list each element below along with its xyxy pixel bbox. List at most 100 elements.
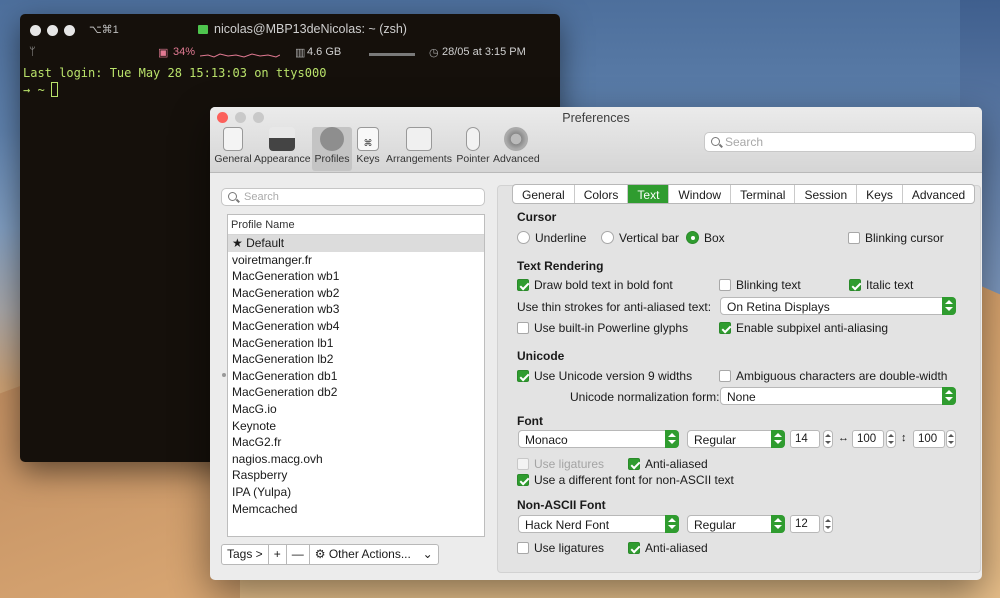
window-title: Preferences <box>562 111 630 125</box>
powerline-checkbox[interactable]: Use built-in Powerline glyphs <box>517 321 688 335</box>
preferences-toolbar: Preferences General Appearance Profiles … <box>210 107 982 173</box>
non-ascii-family-select[interactable]: Hack Nerd Font <box>518 515 679 533</box>
toolbar-arrangements[interactable]: Arrangements <box>386 127 452 171</box>
different-font-checkbox[interactable]: Use a different font for non-ASCII text <box>517 473 734 487</box>
checkbox <box>517 279 529 291</box>
list-item[interactable]: MacG.io <box>228 401 484 418</box>
profile-search-input[interactable]: Search <box>221 188 485 206</box>
terminal-title: nicolas@MBP13deNicolas: ~ (zsh) <box>198 22 407 36</box>
login-line: Last login: Tue May 28 15:13:03 on ttys0… <box>23 66 327 80</box>
tab-text[interactable]: Text <box>628 185 670 203</box>
prompt-line[interactable]: → ~ <box>23 82 58 97</box>
preferences-search-input[interactable]: Search <box>704 132 976 152</box>
font-family-value: Monaco <box>525 433 568 447</box>
column-header[interactable]: Profile Name <box>228 215 484 235</box>
list-item[interactable]: MacGeneration wb1 <box>228 268 484 285</box>
font-family-select[interactable]: Monaco <box>518 430 679 448</box>
blinking-text-checkbox[interactable]: Blinking text <box>719 278 801 292</box>
list-item[interactable]: Memcached <box>228 501 484 518</box>
add-profile-button[interactable]: + <box>269 545 287 564</box>
tab-terminal[interactable]: Terminal <box>731 185 796 203</box>
toolbar-label: Profiles <box>314 153 350 165</box>
list-item[interactable]: MacGeneration lb1 <box>228 335 484 352</box>
non-ascii-ligatures-checkbox[interactable]: Use ligatures <box>517 541 604 555</box>
tab-window[interactable]: Window <box>669 185 732 203</box>
font-style-select[interactable]: Regular <box>687 430 785 448</box>
text-rendering-heading: Text Rendering <box>517 259 604 273</box>
normalization-select[interactable]: None <box>720 387 956 405</box>
toolbar-label: General <box>214 153 252 165</box>
list-item[interactable]: MacG2.fr <box>228 434 484 451</box>
box-radio[interactable]: Box <box>686 231 725 245</box>
remove-profile-button[interactable]: — <box>287 545 310 564</box>
memory-usage: 4.6 GB <box>307 46 342 58</box>
terminal-titlebar[interactable]: ⌥⌘1 nicolas@MBP13deNicolas: ~ (zsh) <box>20 14 560 46</box>
list-item[interactable]: MacGeneration wb2 <box>228 285 484 302</box>
checkbox <box>719 279 731 291</box>
blinking-text-label: Blinking text <box>736 278 801 292</box>
vertical-spacing-field[interactable]: 100 <box>913 430 945 448</box>
list-item[interactable]: MacGeneration db2 <box>228 384 484 401</box>
list-item[interactable]: Raspberry <box>228 467 484 484</box>
profile-list[interactable]: Profile Name ★ Default voiretmanger.fr M… <box>227 214 485 537</box>
search-placeholder: Search <box>725 135 764 149</box>
tags-button[interactable]: Tags > <box>222 545 269 564</box>
vertical-bar-radio[interactable]: Vertical bar <box>601 231 679 245</box>
checkbox <box>517 542 529 554</box>
tab-keys[interactable]: Keys <box>857 185 903 203</box>
non-ascii-style-select[interactable]: Regular <box>687 515 785 533</box>
list-item[interactable]: MacGeneration lb2 <box>228 351 484 368</box>
non-ascii-size-stepper[interactable] <box>823 515 833 533</box>
list-item[interactable]: MacGeneration wb3 <box>228 301 484 318</box>
horizontal-spacing-field[interactable]: 100 <box>852 430 884 448</box>
font-size-field[interactable]: 14 <box>790 430 820 448</box>
toolbar-appearance[interactable]: Appearance <box>254 127 311 171</box>
ambiguous-width-checkbox[interactable]: Ambiguous characters are double-width <box>719 369 947 383</box>
thin-strokes-select[interactable]: On Retina Displays <box>720 297 956 315</box>
terminal-icon <box>198 25 208 34</box>
anti-aliased-checkbox[interactable]: Anti-aliased <box>628 457 708 471</box>
close-button[interactable] <box>30 25 41 36</box>
list-item[interactable]: MacGeneration db1 <box>228 368 484 385</box>
datetime: 28/05 at 3:15 PM <box>442 46 526 58</box>
tab-advanced[interactable]: Advanced <box>903 185 974 203</box>
toolbar-advanced[interactable]: Advanced <box>493 127 540 171</box>
toolbar-profiles[interactable]: Profiles <box>312 127 352 171</box>
zoom-button[interactable] <box>64 25 75 36</box>
list-item[interactable]: nagios.macg.ovh <box>228 451 484 468</box>
window-icon <box>269 127 295 151</box>
non-ascii-anti-aliased-checkbox[interactable]: Anti-aliased <box>628 541 708 555</box>
tab-general[interactable]: General <box>513 185 575 203</box>
list-item[interactable]: IPA (Yulpa) <box>228 484 484 501</box>
toolbar-pointer[interactable]: Pointer <box>455 127 491 171</box>
preferences-window[interactable]: Preferences General Appearance Profiles … <box>210 107 982 580</box>
unicode-v9-label: Use Unicode version 9 widths <box>534 369 693 383</box>
chevron-updown-icon <box>771 430 785 448</box>
checkbox <box>517 370 529 382</box>
blinking-cursor-checkbox[interactable]: Blinking cursor <box>848 231 944 245</box>
list-item[interactable]: voiretmanger.fr <box>228 252 484 269</box>
other-actions-menu[interactable]: ⚙ Other Actions... ⌄ <box>310 545 438 564</box>
font-size-stepper[interactable] <box>823 430 833 448</box>
vertical-spacing-stepper[interactable] <box>946 430 956 448</box>
text-cursor <box>50 82 58 97</box>
underline-radio[interactable]: Underline <box>517 231 586 245</box>
subpixel-checkbox[interactable]: Enable subpixel anti-aliasing <box>719 321 888 335</box>
list-item[interactable]: Keynote <box>228 418 484 435</box>
tab-colors[interactable]: Colors <box>575 185 629 203</box>
toolbar-keys[interactable]: ⌘ Keys <box>354 127 382 171</box>
bold-font-checkbox[interactable]: Draw bold text in bold font <box>517 278 673 292</box>
other-actions-label: Other Actions... <box>328 547 411 561</box>
tab-session[interactable]: Session <box>795 185 858 203</box>
list-item[interactable]: ★ Default <box>228 235 484 252</box>
non-ascii-size-field[interactable]: 12 <box>790 515 820 533</box>
normalization-label: Unicode normalization form: <box>570 390 720 404</box>
toolbar-general[interactable]: General <box>214 127 252 171</box>
horizontal-spacing-stepper[interactable] <box>886 430 896 448</box>
unicode-v9-checkbox[interactable]: Use Unicode version 9 widths <box>517 369 692 383</box>
minimize-button[interactable] <box>47 25 58 36</box>
list-item[interactable]: MacGeneration wb4 <box>228 318 484 335</box>
ligatures-checkbox[interactable]: Use ligatures <box>517 457 604 471</box>
italic-text-checkbox[interactable]: Italic text <box>849 278 913 292</box>
checkbox <box>848 232 860 244</box>
